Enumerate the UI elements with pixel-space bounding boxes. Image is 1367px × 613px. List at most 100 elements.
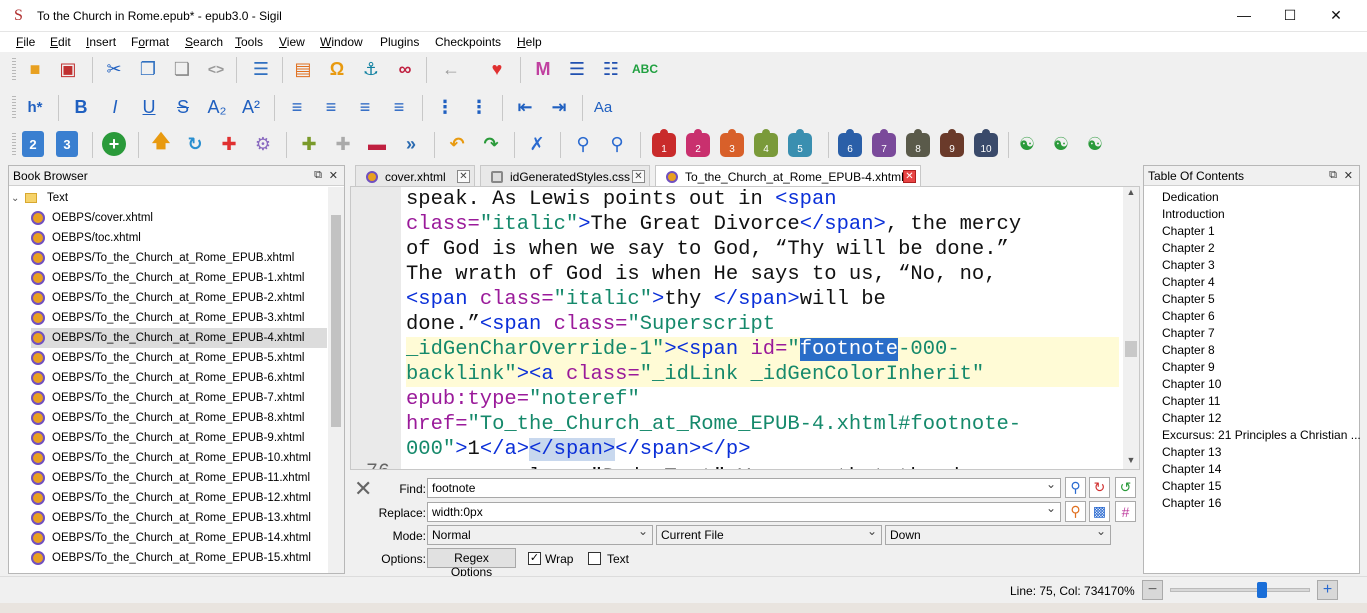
plugin-7-icon[interactable]: 7 xyxy=(872,129,896,157)
toc-item[interactable]: Chapter 7 xyxy=(1162,326,1215,340)
plugin-9-icon[interactable]: 9 xyxy=(940,129,964,157)
code-line[interactable]: href="To_the_Church_at_Rome_EPUB-4.xhtml… xyxy=(406,412,1021,437)
decrease-indent-icon[interactable]: ⇤ xyxy=(512,94,538,120)
tab-3[interactable]: To_the_Church_at_Rome_EPUB-4.xhtml ✕ xyxy=(655,165,921,187)
subscript-button[interactable]: A₂ xyxy=(204,94,230,120)
copy-icon[interactable]: ❐ xyxy=(135,56,161,82)
code-line[interactable]: <p class="Body-Text">You see that the d xyxy=(406,465,960,469)
toc-item[interactable]: Chapter 4 xyxy=(1162,275,1215,289)
generate-html-toc-icon[interactable]: 3 xyxy=(56,131,78,157)
code-line[interactable]: <span class="italic">thy </span>will be xyxy=(406,287,886,312)
align-justify-icon[interactable]: ≡ xyxy=(386,94,412,120)
float-icon[interactable]: ⧉ xyxy=(314,169,322,182)
file-item[interactable]: OEBPS/To_the_Church_at_Rome_EPUB-15.xhtm… xyxy=(31,548,327,568)
menu-help[interactable]: Help xyxy=(517,35,542,49)
toc-item[interactable]: Introduction xyxy=(1162,207,1225,221)
file-item[interactable]: OEBPS/To_the_Church_at_Rome_EPUB-14.xhtm… xyxy=(31,528,327,548)
menu-file[interactable]: File xyxy=(16,35,35,49)
tree-3-icon[interactable]: ☯ xyxy=(1082,131,1108,157)
folder-text[interactable]: ⌄ Text xyxy=(11,188,68,208)
menu-checkpoints[interactable]: Checkpoints xyxy=(435,35,501,49)
scroll-down-icon[interactable]: ▼ xyxy=(1123,455,1139,469)
code-line[interactable]: The wrath of God is when He says to us, … xyxy=(406,262,997,287)
chevron-down-icon[interactable]: ⌄ xyxy=(11,193,23,204)
code-line[interactable]: epub:type="noteref" xyxy=(406,387,640,412)
menu-format[interactable]: Format xyxy=(131,35,169,49)
plugin-3-icon[interactable]: 3 xyxy=(720,129,744,157)
plugin-5-icon[interactable]: 5 xyxy=(788,129,812,157)
toolbar-grip[interactable] xyxy=(12,58,16,82)
heart-icon[interactable]: ♥ xyxy=(484,56,510,82)
toc-item[interactable]: Chapter 13 xyxy=(1162,445,1221,459)
zoom-in-button[interactable]: + xyxy=(1317,580,1338,600)
toolbar-grip[interactable] xyxy=(12,133,16,157)
code-line[interactable]: _idGenCharOverride-1"><span id="footnote… xyxy=(406,337,960,362)
anchor-icon[interactable]: ⚓ xyxy=(358,56,384,82)
insert-image-icon[interactable]: ▤ xyxy=(290,56,316,82)
file-item[interactable]: OEBPS/To_the_Church_at_Rome_EPUB-7.xhtml xyxy=(31,388,327,408)
split-icon[interactable]: ✗ xyxy=(524,131,550,157)
tab-1[interactable]: cover.xhtml ✕ xyxy=(355,165,475,187)
remove-icon[interactable]: ▬ xyxy=(364,131,390,157)
up-arrow-icon[interactable]: 🡅 xyxy=(148,131,174,157)
special-character-icon[interactable]: Ω xyxy=(324,56,350,82)
zoom-out-button[interactable]: − xyxy=(1142,580,1163,600)
zoom-slider-thumb[interactable] xyxy=(1257,582,1267,598)
underline-button[interactable]: U xyxy=(136,94,162,120)
toc-item[interactable]: Chapter 5 xyxy=(1162,292,1215,306)
change-case-dropdown[interactable]: Aa xyxy=(590,94,616,120)
cut-icon[interactable]: ✂ xyxy=(101,56,127,82)
paste-icon[interactable]: ❏ xyxy=(169,56,195,82)
back-arrow-icon[interactable]: ← xyxy=(438,56,464,82)
tree-1-icon[interactable]: ☯ xyxy=(1014,131,1040,157)
add-plus-icon[interactable]: ✚ xyxy=(216,131,242,157)
toc-item[interactable]: Chapter 6 xyxy=(1162,309,1215,323)
spellcheck-icon[interactable]: ABC xyxy=(632,56,658,82)
plugin-2-icon[interactable]: 2 xyxy=(686,129,710,157)
count-icon[interactable]: ↺ xyxy=(1115,477,1136,498)
generate-toc-icon[interactable]: 2 xyxy=(22,131,44,157)
file-item[interactable]: OEBPS/To_the_Church_at_Rome_EPUB-6.xhtml xyxy=(31,368,327,388)
scrollbar-thumb[interactable] xyxy=(1125,341,1137,357)
plugin-6-icon[interactable]: 6 xyxy=(838,129,862,157)
float-icon[interactable]: ⧉ xyxy=(1329,169,1337,182)
toc-item[interactable]: Dedication xyxy=(1162,190,1219,204)
align-right-icon[interactable]: ≡ xyxy=(352,94,378,120)
find-replace-icon[interactable]: ⚲ xyxy=(604,131,630,157)
report-icon[interactable]: ☷ xyxy=(598,56,624,82)
file-item[interactable]: OEBPS/To_the_Church_at_Rome_EPUB-5.xhtml xyxy=(31,348,327,368)
merge-icon[interactable]: » xyxy=(398,131,424,157)
toc-item[interactable]: Chapter 11 xyxy=(1162,394,1220,408)
file-item[interactable]: OEBPS/To_the_Church_at_Rome_EPUB.xhtml xyxy=(31,248,327,268)
plugin-1-icon[interactable]: 1 xyxy=(652,129,676,157)
menu-view[interactable]: View xyxy=(279,35,305,49)
replace-all-icon[interactable]: ▩ xyxy=(1089,501,1110,522)
toc-item[interactable]: Chapter 12 xyxy=(1162,411,1221,425)
save-icon[interactable]: ▣ xyxy=(55,56,81,82)
wrap-checkbox[interactable]: ✓ xyxy=(528,552,541,565)
superscript-button[interactable]: A² xyxy=(238,94,264,120)
close-button[interactable]: ✕ xyxy=(1313,0,1359,30)
regex-options-button[interactable]: Regex Options xyxy=(427,548,516,579)
toc-item[interactable]: Chapter 9 xyxy=(1162,360,1215,374)
scope-select[interactable]: Current File xyxy=(656,524,882,545)
file-item[interactable]: OEBPS/To_the_Church_at_Rome_EPUB-10.xhtm… xyxy=(31,448,327,468)
file-item[interactable]: OEBPS/To_the_Church_at_Rome_EPUB-11.xhtm… xyxy=(31,468,327,488)
insert-before-icon[interactable]: ✚ xyxy=(296,131,322,157)
meta-editor-icon[interactable]: M xyxy=(530,56,556,82)
direction-select[interactable]: Down xyxy=(885,524,1111,545)
file-item[interactable]: OEBPS/To_the_Church_at_Rome_EPUB-12.xhtm… xyxy=(31,488,327,508)
file-item[interactable]: OEBPS/toc.xhtml xyxy=(31,228,327,248)
find-next-icon[interactable]: ⚲ xyxy=(1065,477,1086,498)
heading-dropdown[interactable]: h* xyxy=(22,94,48,120)
find-previous-icon[interactable]: ↻ xyxy=(1089,477,1110,498)
align-center-icon[interactable]: ≡ xyxy=(318,94,344,120)
file-item[interactable]: OEBPS/To_the_Church_at_Rome_EPUB-2.xhtml xyxy=(31,288,327,308)
menu-tools[interactable]: Tools xyxy=(235,35,263,49)
text-checkbox[interactable] xyxy=(588,552,601,565)
zoom-slider[interactable] xyxy=(1170,582,1310,598)
strikethrough-button[interactable]: S xyxy=(170,94,196,120)
bold-button[interactable]: B xyxy=(68,94,94,120)
settings-gear-icon[interactable]: ⚙ xyxy=(250,131,276,157)
tab-close-icon[interactable]: ✕ xyxy=(632,170,645,183)
